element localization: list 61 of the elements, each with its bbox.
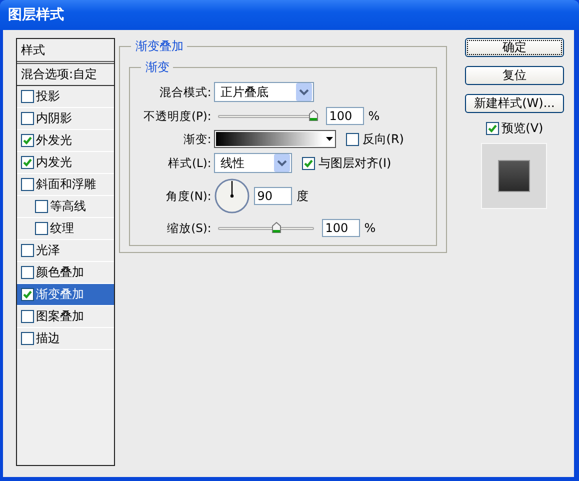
- list-item[interactable]: 渐变叠加: [17, 284, 114, 306]
- list-item[interactable]: 内发光: [17, 152, 114, 174]
- list-item[interactable]: 等高线: [17, 196, 114, 218]
- checkbox[interactable]: [21, 156, 34, 169]
- list-item[interactable]: 光泽: [17, 240, 114, 262]
- checkbox[interactable]: [21, 266, 34, 279]
- value-field[interactable]: 100: [326, 107, 364, 125]
- checkbox[interactable]: [21, 112, 34, 125]
- field-label: 角度(N):: [164, 188, 212, 204]
- caret-icon: [326, 137, 334, 141]
- slider[interactable]: [218, 110, 318, 122]
- unit-label: %: [368, 109, 380, 123]
- field-label: 不透明度(P):: [142, 108, 212, 124]
- checkbox[interactable]: [21, 288, 34, 301]
- value-field[interactable]: 100: [322, 219, 360, 237]
- checkbox[interactable]: [21, 310, 34, 323]
- group-title: 渐变: [144, 59, 170, 76]
- window-title: 图层样式: [8, 6, 64, 24]
- list-item[interactable]: 内阴影: [17, 108, 114, 130]
- list-item[interactable]: 纹理: [17, 218, 114, 240]
- value-field[interactable]: 90: [254, 187, 292, 205]
- group-title: 渐变叠加: [134, 38, 184, 55]
- checkbox-label: 反向(R): [362, 130, 404, 148]
- dropdown[interactable]: 正片叠底: [214, 82, 314, 102]
- field-label: 缩放(S):: [166, 220, 212, 236]
- checkbox[interactable]: [35, 200, 48, 213]
- checkbox[interactable]: [346, 132, 360, 146]
- caret-icon: [274, 154, 290, 172]
- field-label: 渐变:: [182, 132, 212, 146]
- dialog-button[interactable]: 新建样式(W)...: [464, 94, 564, 113]
- slider-thumb[interactable]: [272, 222, 282, 233]
- checkbox[interactable]: [21, 90, 34, 103]
- list-item[interactable]: 图案叠加: [17, 306, 114, 328]
- angle-dial[interactable]: [214, 178, 250, 214]
- checkbox[interactable]: [21, 178, 34, 191]
- list-item[interactable]: 混合选项:自定: [17, 64, 114, 86]
- checkbox[interactable]: [302, 156, 316, 170]
- field-label: 混合模式:: [158, 84, 212, 100]
- checkbox-label: 与图层对齐(I): [318, 154, 392, 172]
- checkbox-label: 预览(V): [502, 120, 544, 137]
- checkbox[interactable]: [21, 134, 34, 147]
- checkbox[interactable]: [486, 122, 499, 135]
- list-item[interactable]: 斜面和浮雕: [17, 174, 114, 196]
- caret-icon: [296, 83, 312, 101]
- gradient-picker[interactable]: [214, 130, 336, 148]
- list-item[interactable]: 投影: [17, 86, 114, 108]
- unit-label: 度: [296, 188, 308, 204]
- preview-swatch: [481, 143, 548, 209]
- checkbox[interactable]: [35, 222, 48, 235]
- dropdown[interactable]: 线性: [214, 153, 292, 173]
- slider-thumb[interactable]: [309, 110, 318, 121]
- slider[interactable]: [218, 222, 314, 234]
- dialog-button[interactable]: 复位: [464, 66, 564, 85]
- unit-label: %: [364, 221, 376, 235]
- checkbox[interactable]: [21, 244, 34, 257]
- dialog-button[interactable]: 确定: [464, 38, 564, 57]
- list-item[interactable]: 外发光: [17, 130, 114, 152]
- checkbox[interactable]: [21, 332, 34, 345]
- list-header: 样式: [17, 39, 114, 64]
- field-label: 样式(L):: [167, 156, 212, 170]
- list-item[interactable]: 描边: [17, 328, 114, 350]
